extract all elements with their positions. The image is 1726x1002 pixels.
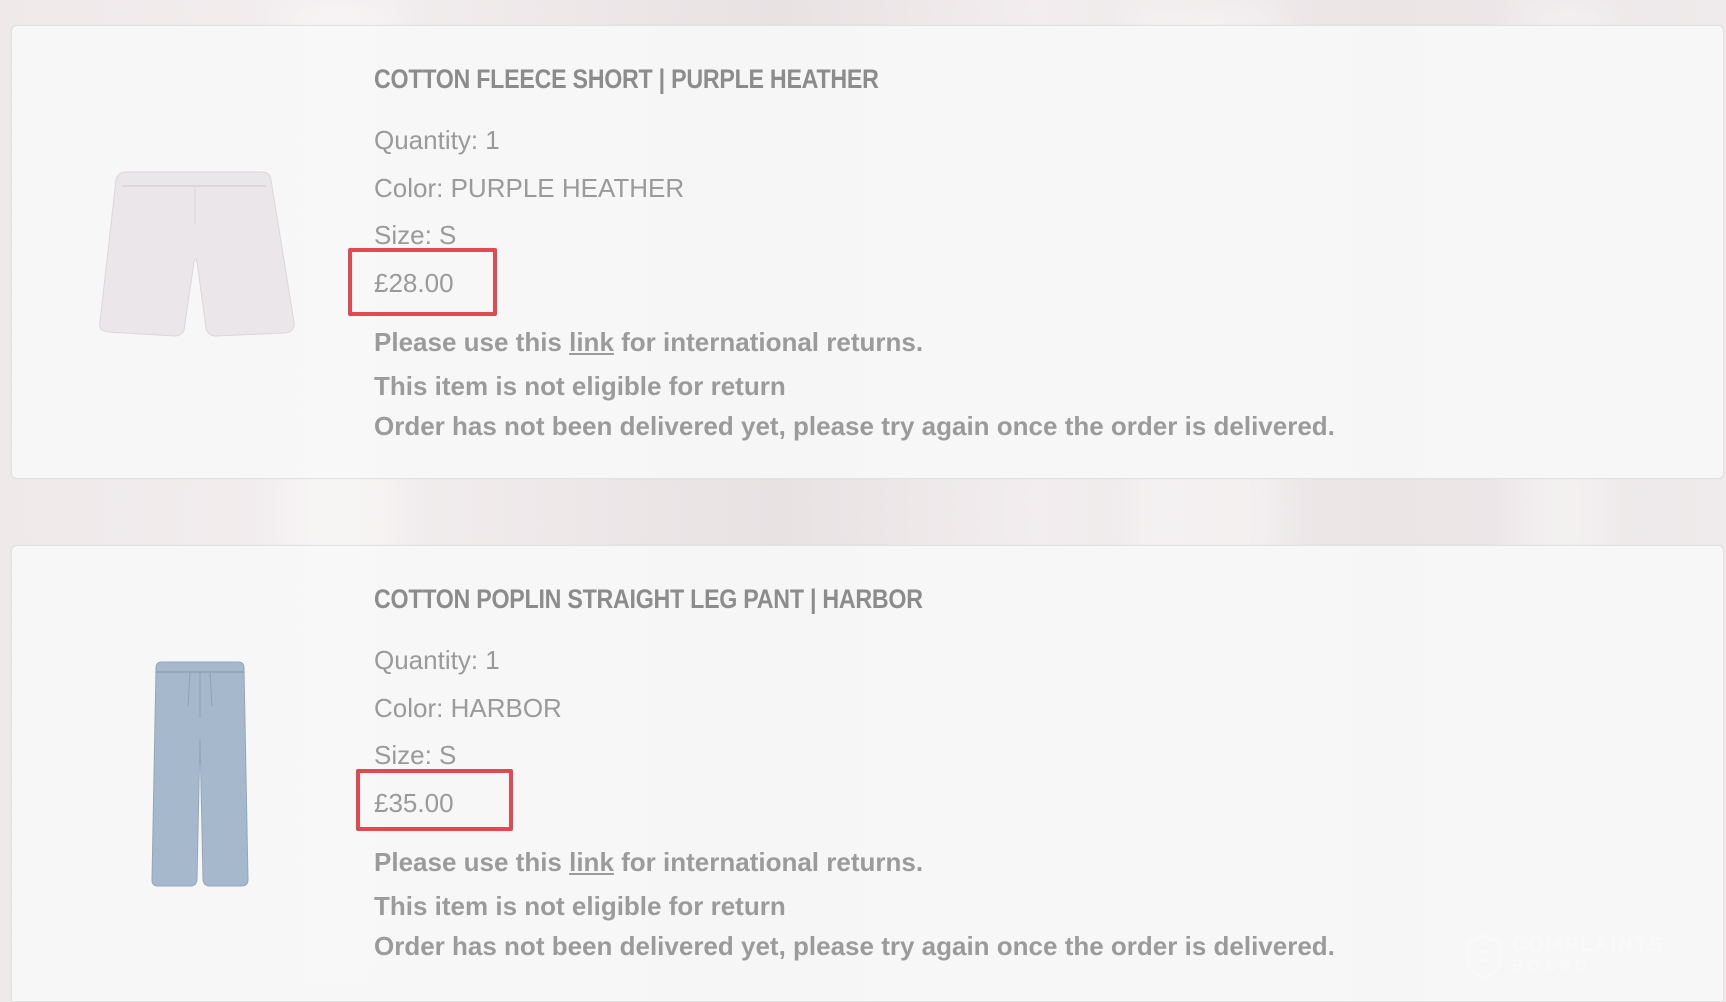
price-label: £28.00 (374, 268, 454, 298)
product-image-pants (151, 661, 249, 887)
color-label: Color: PURPLE HEATHER (374, 173, 685, 203)
notice-text: for international returns. (613, 327, 924, 357)
quantity-label: Quantity: 1 (374, 125, 500, 155)
shield-logo-icon (1466, 934, 1502, 980)
return-eligibility-notice: This item is not eligible for return (374, 371, 786, 401)
product-title: COTTON FLEECE SHORT | PURPLE HEATHER (374, 64, 879, 94)
notice-text: for international returns. (613, 847, 924, 877)
international-returns-link[interactable]: link (569, 327, 614, 357)
international-returns-notice: Please use this link for international r… (374, 327, 923, 358)
international-returns-link[interactable]: link (569, 847, 614, 877)
return-eligibility-notice: This item is not eligible for return (374, 891, 786, 921)
product-title: COTTON POPLIN STRAIGHT LEG PANT | HARBOR (374, 584, 923, 614)
product-image-shorts (99, 171, 295, 337)
quantity-label: Quantity: 1 (374, 645, 500, 675)
notice-text: Please use this (374, 847, 570, 877)
price-label: £35.00 (374, 788, 454, 818)
delivery-status-notice: Order has not been delivered yet, please… (374, 411, 1335, 441)
size-label: Size: S (374, 220, 457, 250)
watermark-line1: COMPLAINTS (1512, 934, 1665, 956)
international-returns-notice: Please use this link for international r… (374, 847, 923, 878)
notice-text: Please use this (374, 327, 570, 357)
color-label: Color: HARBOR (374, 693, 562, 723)
order-item-card: COTTON FLEECE SHORT | PURPLE HEATHER Qua… (11, 25, 1724, 479)
complaints-board-watermark: COMPLAINTS BOARD (1466, 932, 1681, 982)
watermark-line2: BOARD (1512, 958, 1591, 975)
size-label: Size: S (374, 740, 457, 770)
delivery-status-notice: Order has not been delivered yet, please… (374, 931, 1335, 961)
